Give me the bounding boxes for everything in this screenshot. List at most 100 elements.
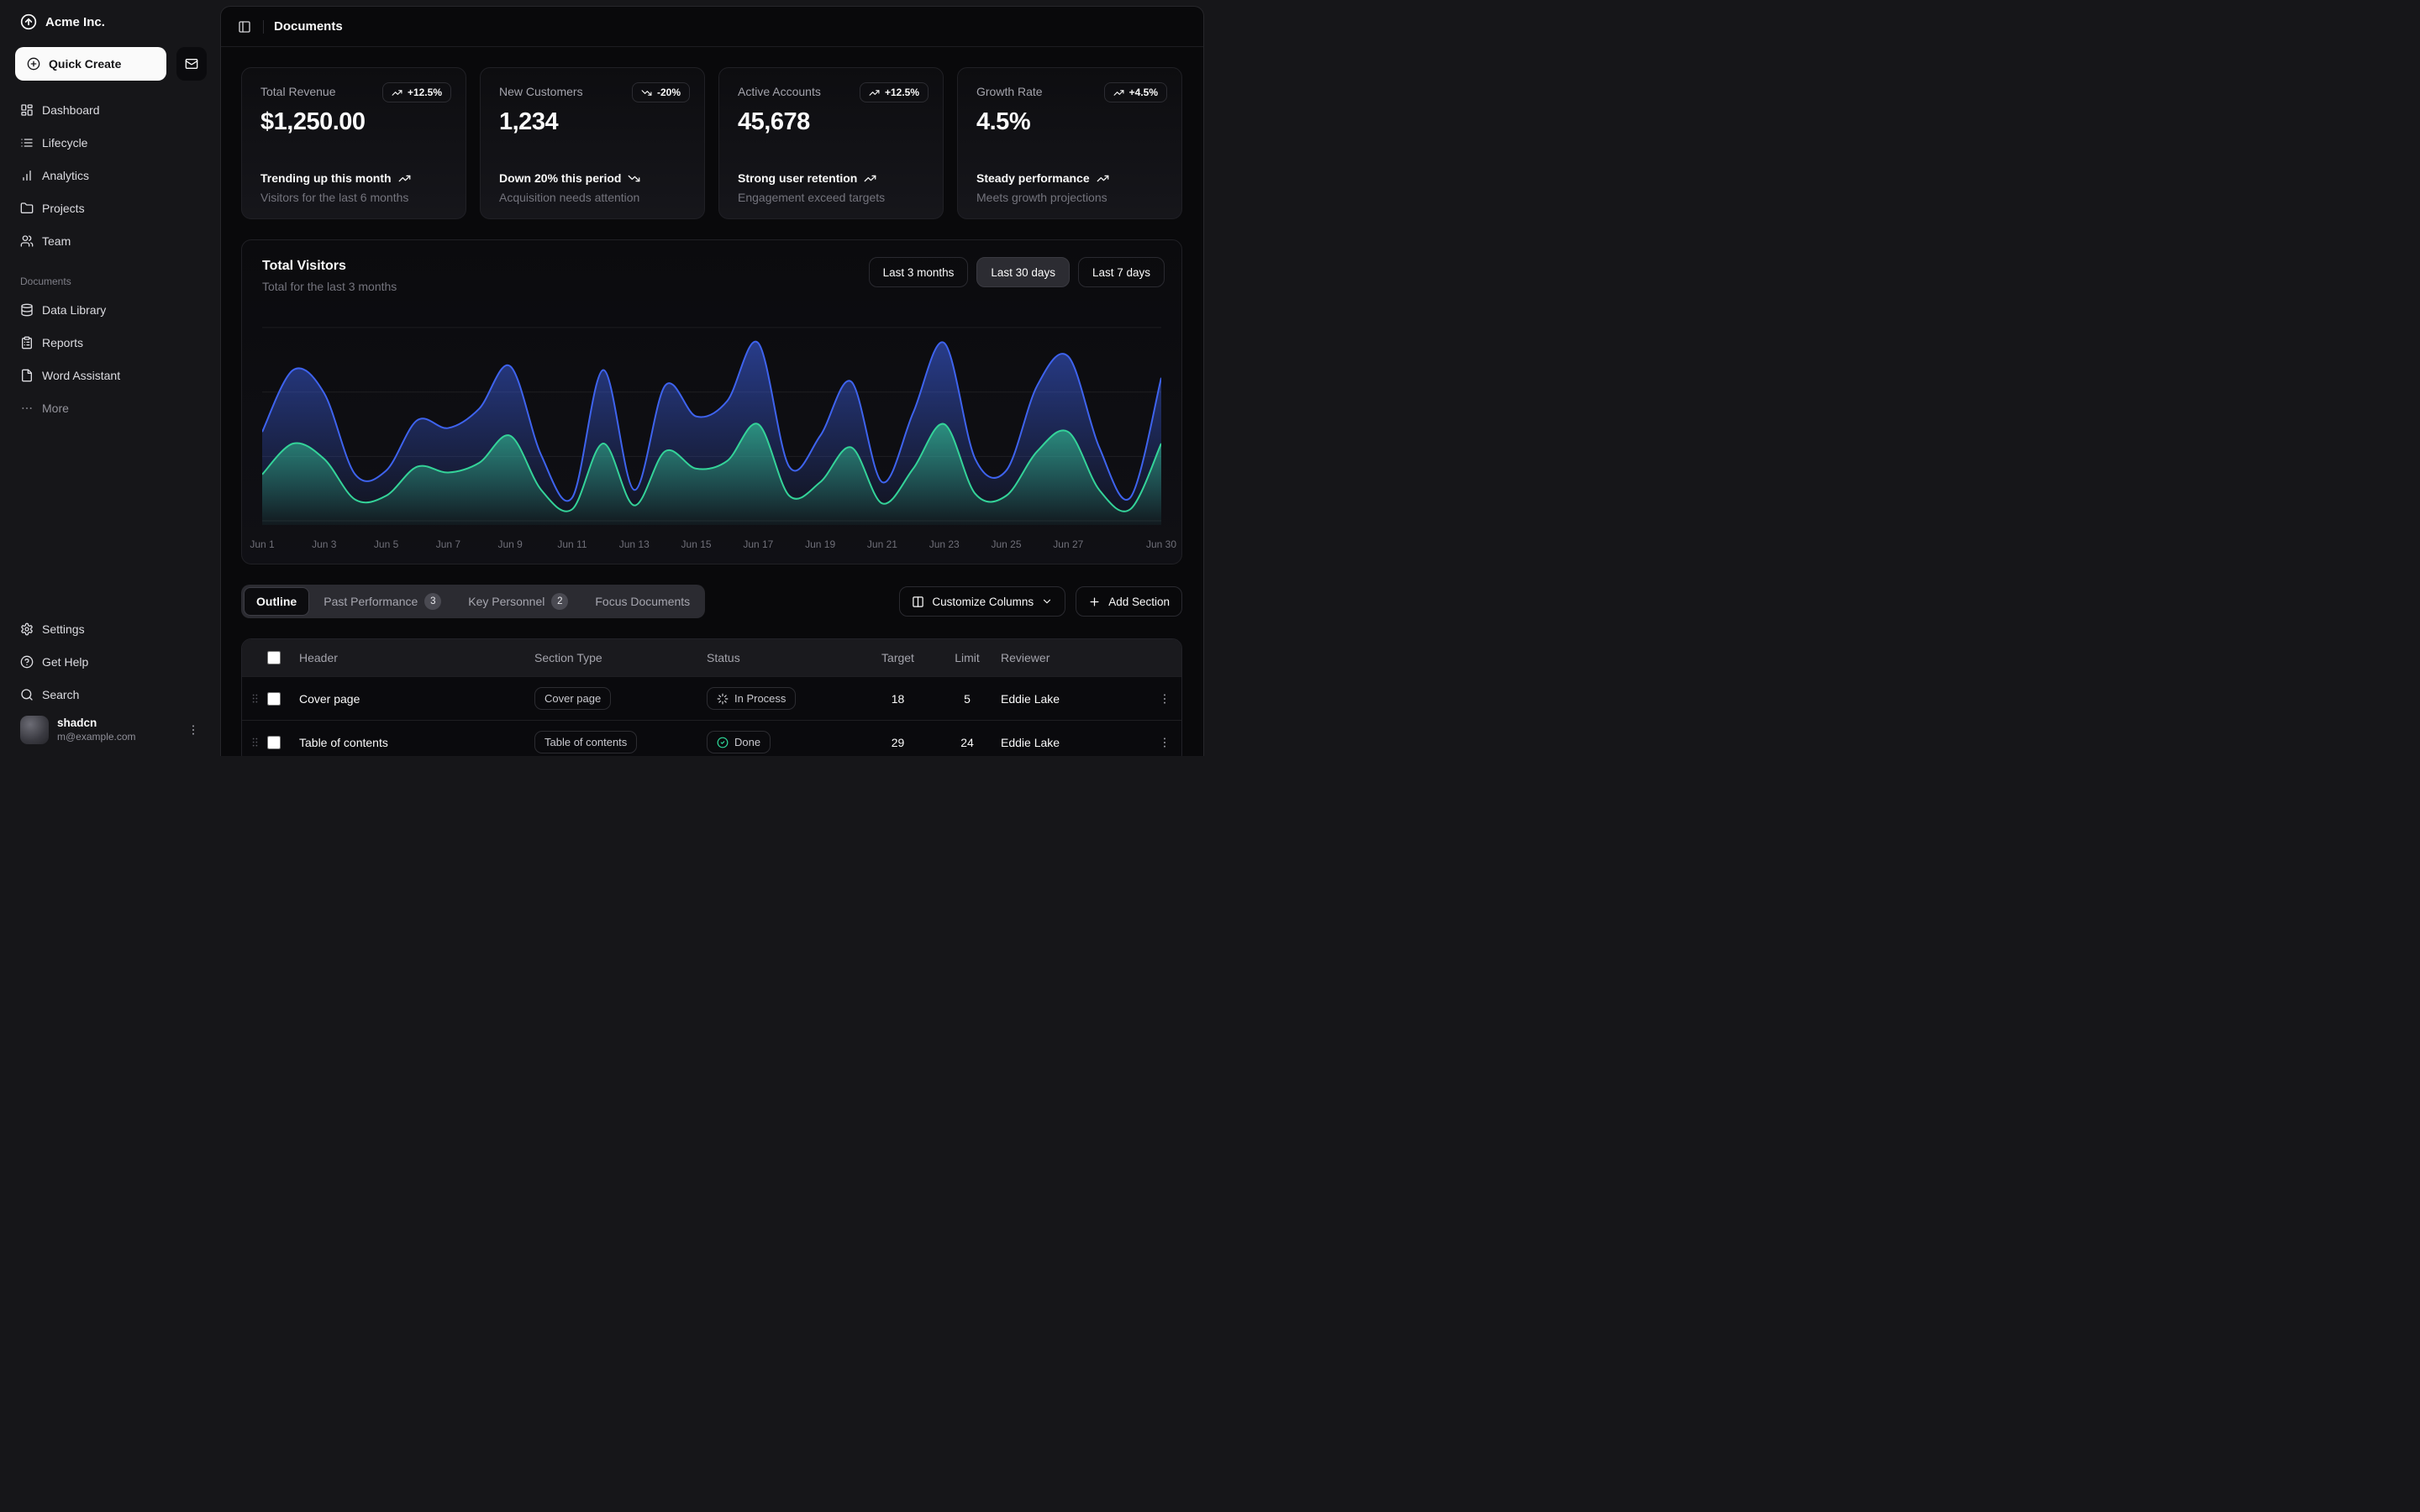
range-button-last-30-days[interactable]: Last 30 days [976,257,1070,287]
stat-card-active-accounts: Active Accounts+12.5%45,678Strong user r… [718,67,944,219]
x-tick-label: Jun 21 [867,538,897,550]
x-tick-label: Jun 9 [497,538,522,550]
sidebar-toggle-button[interactable] [233,15,256,39]
stat-trend-badge: +12.5% [860,82,929,102]
inbox-button[interactable] [176,47,207,81]
row-checkbox[interactable] [267,736,281,749]
sidebar-item-label: Get Help [42,655,88,669]
drag-handle-icon[interactable] [249,736,261,748]
time-range-toggle: Last 3 monthsLast 30 days Last 7 days [869,257,1165,287]
topbar: Documents [221,7,1203,47]
sidebar-item-team[interactable]: Team [13,227,207,255]
stat-value: 45,678 [738,108,924,136]
stat-trend-badge: +4.5% [1104,82,1167,102]
sidebar-item-label: Lifecycle [42,136,87,150]
sidebar-item-data-library[interactable]: Data Library [13,296,207,324]
chevron-down-icon [1041,596,1053,607]
list-icon [20,136,34,150]
add-section-label: Add Section [1108,596,1170,608]
col-target: Target [862,651,934,664]
quick-create-button[interactable]: Quick Create [15,47,166,81]
circle-arrow-up-icon [20,13,37,30]
sidebar-item-more[interactable]: More [13,394,207,423]
row-header[interactable]: Cover page [299,692,534,706]
columns-icon [912,596,924,608]
drag-handle-icon[interactable] [249,692,261,705]
range-button-last-3-months[interactable]: Last 3 months [869,257,969,287]
sidebar-item-projects[interactable]: Projects [13,194,207,223]
ellipsis-v-icon [187,723,200,737]
quick-create-label: Quick Create [49,57,121,71]
file-icon [20,369,34,382]
add-section-button[interactable]: Add Section [1076,586,1182,617]
ellipsis-vertical-icon[interactable] [187,723,200,737]
database-icon [20,303,34,317]
sidebar-item-lifecycle[interactable]: Lifecycle [13,129,207,157]
sidebar: Acme Inc. Quick Create Dashboard Lifecycl… [0,0,220,756]
sidebar-item-dashboard[interactable]: Dashboard [13,96,207,124]
stat-value: 1,234 [499,108,686,136]
sidebar-item-label: Reports [42,336,83,349]
sidebar-item-analytics[interactable]: Analytics [13,161,207,190]
sidebar-item-word-assistant[interactable]: Word Assistant [13,361,207,390]
x-tick-label: Jun 25 [992,538,1022,550]
toolbar-actions: Customize Columns Add Section [899,586,1182,617]
user-name: shadcn [57,717,136,730]
row-menu-button[interactable] [1148,736,1181,749]
mail-icon [185,57,198,71]
customize-columns-label: Customize Columns [932,596,1034,608]
users-icon [20,234,34,248]
sidebar-item-label: Search [42,688,79,701]
circle-plus-icon [27,57,40,71]
tab-outline[interactable]: Outline [244,587,309,616]
customize-columns-button[interactable]: Customize Columns [899,586,1065,617]
row-header[interactable]: Table of contents [299,736,534,749]
stat-card-growth-rate: Growth Rate+4.5%4.5%Steady performanceMe… [957,67,1182,219]
x-tick-label: Jun 30 [1146,538,1176,550]
tab-focus-documents[interactable]: Focus Documents [582,587,702,616]
user-menu[interactable]: shadcn m@example.com [13,709,207,756]
brand[interactable]: Acme Inc. [13,13,207,30]
range-button-last-7-days[interactable]: Last 7 days [1078,257,1165,287]
total-visitors-card: Total Visitors Total for the last 3 mont… [241,239,1182,564]
avatar [20,716,49,744]
x-tick-label: Jun 19 [805,538,835,550]
sidebar-item-label: Analytics [42,169,89,182]
settings-icon [20,622,34,636]
sidebar-item-label: Settings [42,622,85,636]
col-reviewer: Reviewer [1001,651,1148,664]
row-target[interactable]: 18 [862,692,934,706]
x-tick-label: Jun 13 [619,538,650,550]
sidebar-spacer [13,423,207,615]
stat-cards: Total Revenue+12.5%$1,250.00Trending up … [241,67,1182,219]
sidebar-nav-footer: Settings Get Help Search [13,615,207,709]
area-chart[interactable] [262,312,1161,527]
sidebar-item-get-help[interactable]: Get Help [13,648,207,676]
sidebar-item-reports[interactable]: Reports [13,328,207,357]
sidebar-item-label: Data Library [42,303,106,317]
tab-key-personnel[interactable]: Key Personnel2 [455,587,581,616]
row-limit[interactable]: 24 [934,736,1001,749]
row-menu-button[interactable] [1148,692,1181,706]
select-all-checkbox[interactable] [267,651,281,664]
sidebar-item-settings[interactable]: Settings [13,615,207,643]
row-target[interactable]: 29 [862,736,934,749]
row-reviewer[interactable]: Eddie Lake [1001,736,1148,749]
plus-icon [1088,596,1101,608]
search-icon [20,688,34,701]
tab-past-performance[interactable]: Past Performance3 [311,587,454,616]
ellipsis-icon [20,402,34,415]
stat-card-new-customers: New Customers-20%1,234Down 20% this peri… [480,67,705,219]
sidebar-item-search[interactable]: Search [13,680,207,709]
brand-name: Acme Inc. [45,15,105,29]
trending-down-icon [628,172,640,185]
col-header: Header [299,651,534,664]
check-circle-icon [717,737,729,748]
section-type-badge: Cover page [534,687,611,710]
row-checkbox[interactable] [267,692,281,706]
col-section-type: Section Type [534,651,707,664]
row-reviewer[interactable]: Eddie Lake [1001,692,1148,706]
trending-down-icon [641,87,652,98]
trending-up-icon [392,87,402,98]
row-limit[interactable]: 5 [934,692,1001,706]
